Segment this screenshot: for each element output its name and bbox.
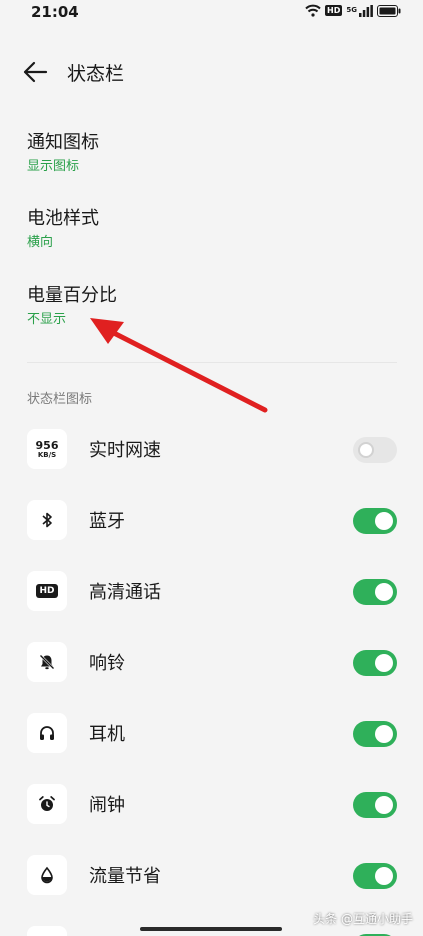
row-partial-icon-box xyxy=(27,926,67,936)
data-saver-icon xyxy=(27,855,67,895)
page-header: 状态栏 xyxy=(0,50,423,94)
row-bluetooth: 蓝牙 xyxy=(0,492,423,552)
row-label: 蓝牙 xyxy=(89,511,125,532)
row-label: 闹钟 xyxy=(89,795,125,816)
bell-muted-icon xyxy=(27,642,67,682)
battery-icon xyxy=(377,4,401,17)
system-icons: HD 5G xyxy=(305,4,401,17)
network-speed-value: 956 xyxy=(35,438,59,452)
ringer-toggle[interactable] xyxy=(353,650,397,676)
row-label: 耳机 xyxy=(89,724,125,745)
bluetooth-icon xyxy=(27,500,67,540)
divider xyxy=(27,362,397,363)
setting-battery-style[interactable]: 电池样式 横向 xyxy=(27,207,99,252)
setting-value: 显示图标 xyxy=(27,159,80,174)
row-alarm: 闹钟 xyxy=(0,776,423,836)
headphones-toggle[interactable] xyxy=(353,721,397,747)
network-speed-toggle[interactable] xyxy=(353,437,397,463)
back-arrow-icon[interactable] xyxy=(22,60,48,84)
setting-notification-icons[interactable]: 通知图标 显示图标 xyxy=(27,131,99,176)
setting-value: 横向 xyxy=(27,235,54,250)
network-speed-unit: KB/S xyxy=(37,450,57,459)
data-saver-toggle[interactable] xyxy=(353,863,397,889)
alarm-clock-icon xyxy=(27,784,67,824)
alarm-toggle[interactable] xyxy=(353,792,397,818)
setting-value: 不显示 xyxy=(27,312,67,327)
headphones-icon xyxy=(27,713,67,753)
setting-label: 通知图标 xyxy=(27,132,99,153)
setting-battery-percentage[interactable]: 电量百分比 不显示 xyxy=(27,284,117,329)
status-time: 21:04 xyxy=(31,3,79,21)
network-type-label: 5G xyxy=(346,6,357,14)
hd-call-icon: HD xyxy=(27,571,67,611)
row-data-saver: 流量节省 xyxy=(0,847,423,907)
row-label: 响铃 xyxy=(89,653,125,674)
section-header: 状态栏图标 xyxy=(27,392,93,407)
hd-status-icon: HD xyxy=(325,5,343,16)
page-title: 状态栏 xyxy=(67,63,125,85)
status-bar: 21:04 HD 5G xyxy=(0,0,423,26)
setting-label: 电量百分比 xyxy=(27,285,117,306)
hd-call-toggle[interactable] xyxy=(353,579,397,605)
bluetooth-toggle[interactable] xyxy=(353,508,397,534)
row-label: 流量节省 xyxy=(89,866,161,887)
home-indicator[interactable] xyxy=(140,927,282,931)
row-hd-call: HD 高清通话 xyxy=(0,563,423,623)
signal-icon xyxy=(359,4,373,17)
watermark: 头条 @互通小助手 xyxy=(313,912,413,926)
row-headphones: 耳机 xyxy=(0,705,423,765)
row-network-speed: 956 KB/S 实时网速 xyxy=(0,421,423,481)
row-ringer: 响铃 xyxy=(0,634,423,694)
setting-label: 电池样式 xyxy=(27,208,99,229)
row-label: 高清通话 xyxy=(89,582,161,603)
hd-call-icon-text: HD xyxy=(36,584,58,598)
wifi-icon xyxy=(305,4,321,17)
row-label: 实时网速 xyxy=(89,440,161,461)
network-speed-icon: 956 KB/S xyxy=(27,429,67,469)
